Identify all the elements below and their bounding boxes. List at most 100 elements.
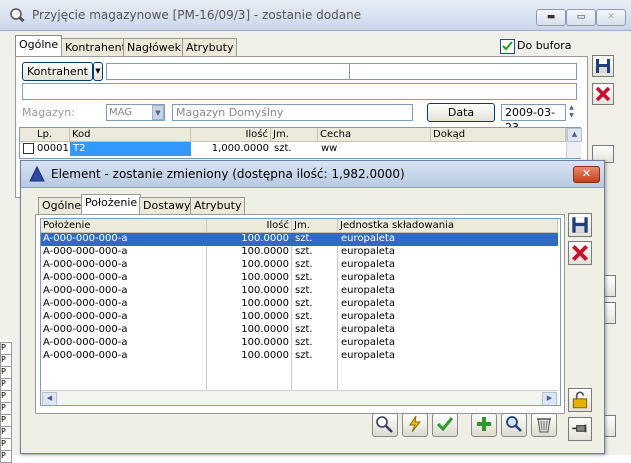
- cell-jm: szt.: [295, 233, 313, 244]
- cell-ilosc: 100.0000: [241, 233, 289, 244]
- polozenie-grid: Położenie Ilość Jm. Jednostka składowani…: [40, 218, 561, 406]
- cell-jednostka: europaleta: [341, 324, 395, 335]
- cell-polozenie: A-000-000-000-a: [43, 246, 128, 257]
- cancel-icon: [595, 86, 611, 102]
- cell-polozenie: A-000-000-000-a: [43, 285, 128, 296]
- tab-naglowek[interactable]: Nagłówek: [123, 38, 185, 57]
- dialog-tab-atrybuty[interactable]: Atrybuty: [190, 197, 246, 215]
- scroll-up-arrow[interactable]: ▲: [567, 128, 582, 142]
- confirm-button[interactable]: [432, 413, 458, 437]
- kontrahent-address-input[interactable]: [22, 83, 577, 100]
- row-checkbox[interactable]: [23, 143, 34, 154]
- pin-button[interactable]: [568, 417, 592, 441]
- cell-jednostka: europaleta: [341, 337, 395, 348]
- main-grid-vscroll[interactable]: ▲: [566, 128, 582, 158]
- tab-ogolne[interactable]: Ogólne: [15, 35, 63, 58]
- table-row[interactable]: A-000-000-000-a 100.0000 szt. europaleta: [41, 259, 558, 272]
- main-grid: Lp. Kod Ilość Jm. Cecha Dokąd 00001 T2 1…: [19, 127, 582, 159]
- dialog-close-button[interactable]: ✕: [573, 166, 600, 183]
- magazyn-name-input: Magazyn Domyślny: [172, 104, 413, 121]
- save-icon: [572, 217, 588, 233]
- main-cancel-button[interactable]: [592, 83, 614, 105]
- add-button[interactable]: [471, 413, 497, 437]
- col-jm: Jm.: [271, 128, 318, 142]
- cell-ilosc: 100.0000: [241, 272, 289, 283]
- scroll-right-arrow[interactable]: ▶: [542, 392, 557, 405]
- cell-jednostka: europaleta: [341, 311, 395, 322]
- cell-ilosc: 100.0000: [241, 311, 289, 322]
- table-row[interactable]: A-000-000-000-a 100.0000 szt. europaleta: [41, 285, 558, 298]
- table-row[interactable]: A-000-000-000-a 100.0000 szt. europaleta: [41, 246, 558, 259]
- col-jm: Jm.: [292, 219, 338, 233]
- scroll-left-arrow[interactable]: ◀: [42, 392, 57, 405]
- dialog-tab-dostawy[interactable]: Dostawy: [139, 197, 195, 215]
- tab-atrybuty[interactable]: Atrybuty: [182, 38, 238, 57]
- date-spinner[interactable]: ▲ ▼: [566, 104, 577, 121]
- main-title-bar: Przyjęcie magazynowe [PM-16/09/3] - zost…: [0, 0, 631, 31]
- lock-button[interactable]: [568, 388, 592, 412]
- data-button[interactable]: Data: [427, 103, 495, 122]
- dialog-save-button[interactable]: [568, 213, 592, 237]
- delete-button[interactable]: [531, 413, 557, 437]
- table-row[interactable]: A-000-000-000-a 100.0000 szt. europaleta: [41, 311, 558, 324]
- cell-polozenie: A-000-000-000-a: [43, 298, 128, 309]
- magazyn-dropdown-arrow[interactable]: ▼: [152, 105, 164, 120]
- cell-jm: szt.: [295, 311, 313, 322]
- cell-jm: szt.: [295, 285, 313, 296]
- background-window-strip: P P P P P P P P P P: [0, 340, 12, 463]
- main-grid-row[interactable]: 00001 T2 1,000.0000 szt. ww: [20, 142, 566, 156]
- cell-jednostka: europaleta: [341, 259, 395, 270]
- dialog-title: Element - zostanie zmieniony (dostępna i…: [51, 167, 405, 181]
- col-lp: Lp.: [20, 128, 70, 142]
- cell-polozenie: A-000-000-000-a: [43, 233, 128, 244]
- dialog-tab-ogolne[interactable]: Ogólne: [38, 197, 86, 215]
- table-row[interactable]: A-000-000-000-a 100.0000 szt. europaleta: [41, 233, 558, 246]
- main-window-title: Przyjęcie magazynowe [PM-16/09/3] - zost…: [32, 8, 362, 22]
- table-row[interactable]: A-000-000-000-a 100.0000 szt. europaleta: [41, 324, 558, 337]
- cell-ilosc: 100.0000: [241, 246, 289, 257]
- cell-polozenie: A-000-000-000-a: [43, 350, 128, 361]
- table-row[interactable]: A-000-000-000-a 100.0000 szt. europaleta: [41, 272, 558, 285]
- dialog-tab-polozenie[interactable]: Położenie: [81, 194, 142, 216]
- row-kod[interactable]: T2: [70, 142, 191, 156]
- col-kod: Kod: [70, 128, 191, 142]
- maximize-button[interactable]: ▭: [566, 9, 596, 26]
- cell-ilosc: 100.0000: [241, 298, 289, 309]
- date-input[interactable]: 2009-03-23: [501, 104, 566, 134]
- cell-polozenie: A-000-000-000-a: [43, 324, 128, 335]
- lightning-button[interactable]: [402, 413, 428, 437]
- col-ilosc: Ilość: [191, 128, 271, 142]
- kontrahent-button[interactable]: Kontrahent: [22, 62, 93, 81]
- view-button[interactable]: [501, 413, 527, 437]
- kontrahent-code-input[interactable]: [106, 63, 356, 80]
- cell-jednostka: europaleta: [341, 233, 395, 244]
- cell-jm: szt.: [295, 350, 313, 361]
- cancel-icon: [572, 245, 588, 261]
- magazyn-label: Magazyn:: [22, 106, 75, 119]
- cell-jednostka: europaleta: [341, 246, 395, 257]
- polozenie-grid-header: Położenie Ilość Jm. Jednostka składowani…: [41, 219, 558, 233]
- cell-jm: szt.: [295, 246, 313, 257]
- table-row[interactable]: A-000-000-000-a 100.0000 szt. europaleta: [41, 337, 558, 350]
- table-row[interactable]: A-000-000-000-a 100.0000 szt. europaleta: [41, 298, 558, 311]
- main-close-button[interactable]: ✕: [596, 9, 626, 26]
- table-row[interactable]: A-000-000-000-a 100.0000 szt. europaleta: [41, 350, 558, 363]
- kontrahent-name-input[interactable]: [349, 63, 577, 80]
- do-bufora-label: Do bufora: [517, 39, 572, 52]
- magnifier-icon: [506, 416, 522, 432]
- dialog-cancel-button[interactable]: [568, 241, 592, 265]
- tab-kontrahent[interactable]: Kontrahent: [61, 38, 130, 57]
- search-tool-button[interactable]: [372, 413, 398, 437]
- main-save-button[interactable]: [592, 55, 614, 77]
- cell-ilosc: 100.0000: [241, 337, 289, 348]
- row-lp: 00001: [37, 143, 69, 154]
- main-grid-header: Lp. Kod Ilość Jm. Cecha Dokąd: [20, 128, 580, 142]
- cell-jm: szt.: [295, 324, 313, 335]
- dialog-panel: Położenie Ilość Jm. Jednostka składowani…: [35, 214, 565, 414]
- polozenie-hscroll[interactable]: ◀ ▶: [41, 390, 558, 405]
- cell-jednostka: europaleta: [341, 285, 395, 296]
- minimize-button[interactable]: ▬: [536, 9, 566, 26]
- cell-ilosc: 100.0000: [241, 259, 289, 270]
- do-bufora-checkbox[interactable]: [500, 39, 515, 54]
- kontrahent-dropdown-button[interactable]: ▼: [93, 62, 103, 81]
